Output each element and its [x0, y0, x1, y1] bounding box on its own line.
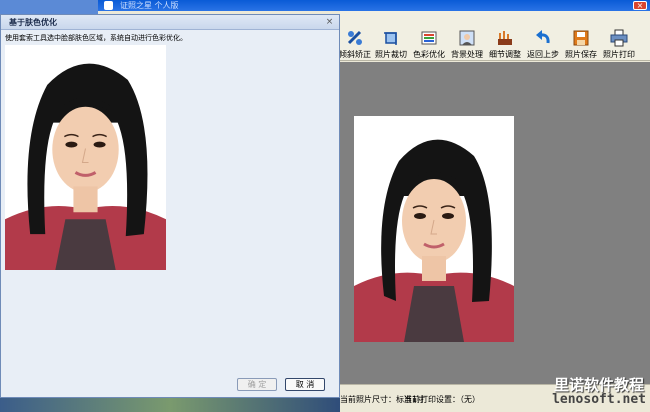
ok-button[interactable]: 确 定	[237, 378, 277, 391]
detail-adjust-icon	[498, 31, 512, 45]
color-optimize-icon	[421, 31, 437, 45]
site-watermark: 里诺软件教程 lenosoft.net	[520, 372, 650, 412]
save-button[interactable]: 照片保存	[560, 29, 602, 60]
toolbar-label: 细节调整	[489, 50, 521, 59]
toolbar-label: 照片保存	[565, 50, 597, 59]
app-titlebar: 证照之星 个人版 ×	[98, 0, 650, 11]
dialog-close-icon[interactable]: ×	[324, 17, 335, 27]
toolbar-label: 返回上步	[527, 50, 559, 59]
app-title: 证照之星 个人版	[120, 1, 179, 10]
dialog-titlebar: 基于肤色优化 ×	[1, 15, 339, 30]
print-button[interactable]: 照片打印	[598, 29, 640, 60]
toolbar-label: 照片裁切	[375, 50, 407, 59]
background-button[interactable]: 背景处理	[446, 29, 488, 60]
toolbar-label: 色彩优化	[413, 50, 445, 59]
detail-adjust-button[interactable]: 细节调整	[484, 29, 526, 60]
watermark-url: lenosoft.net	[552, 392, 646, 407]
dialog-instruction: 使用套索工具选中脸部肤色区域，系统自动进行色彩优化。	[5, 34, 187, 42]
print-icon	[610, 29, 628, 47]
background-icon	[459, 30, 475, 46]
save-icon	[573, 30, 589, 46]
toolbar-label: 背景处理	[451, 50, 483, 59]
tilt-correct-icon	[347, 30, 362, 45]
dialog-title: 基于肤色优化	[9, 18, 57, 27]
canvas-portrait-photo	[354, 116, 514, 342]
skin-color-optimize-dialog: 基于肤色优化 × 使用套索工具选中脸部肤色区域，系统自动进行色彩优化。 确 定 …	[0, 14, 340, 398]
photo-canvas[interactable]	[340, 62, 650, 384]
crop-icon	[384, 32, 397, 45]
toolbar-label: 照片打印	[603, 50, 635, 59]
app-close-button[interactable]: ×	[633, 1, 647, 10]
taskbar-strip	[0, 398, 340, 412]
status-print-setting: 当前打印设置：（无）	[404, 395, 480, 404]
cancel-button[interactable]: 取 消	[285, 378, 325, 391]
app-icon	[104, 1, 113, 10]
crop-button[interactable]: 照片裁切	[370, 29, 412, 60]
color-optimize-button[interactable]: 色彩优化	[408, 29, 450, 60]
toolbar: 倾斜矫正 照片裁切 色彩优化 背景处理 细节调整 返回上步 照片保存 照片打印	[339, 11, 650, 61]
dialog-portrait-photo[interactable]	[5, 45, 166, 270]
undo-icon	[536, 30, 550, 44]
desktop-background	[0, 0, 98, 14]
undo-button[interactable]: 返回上步	[522, 29, 564, 60]
